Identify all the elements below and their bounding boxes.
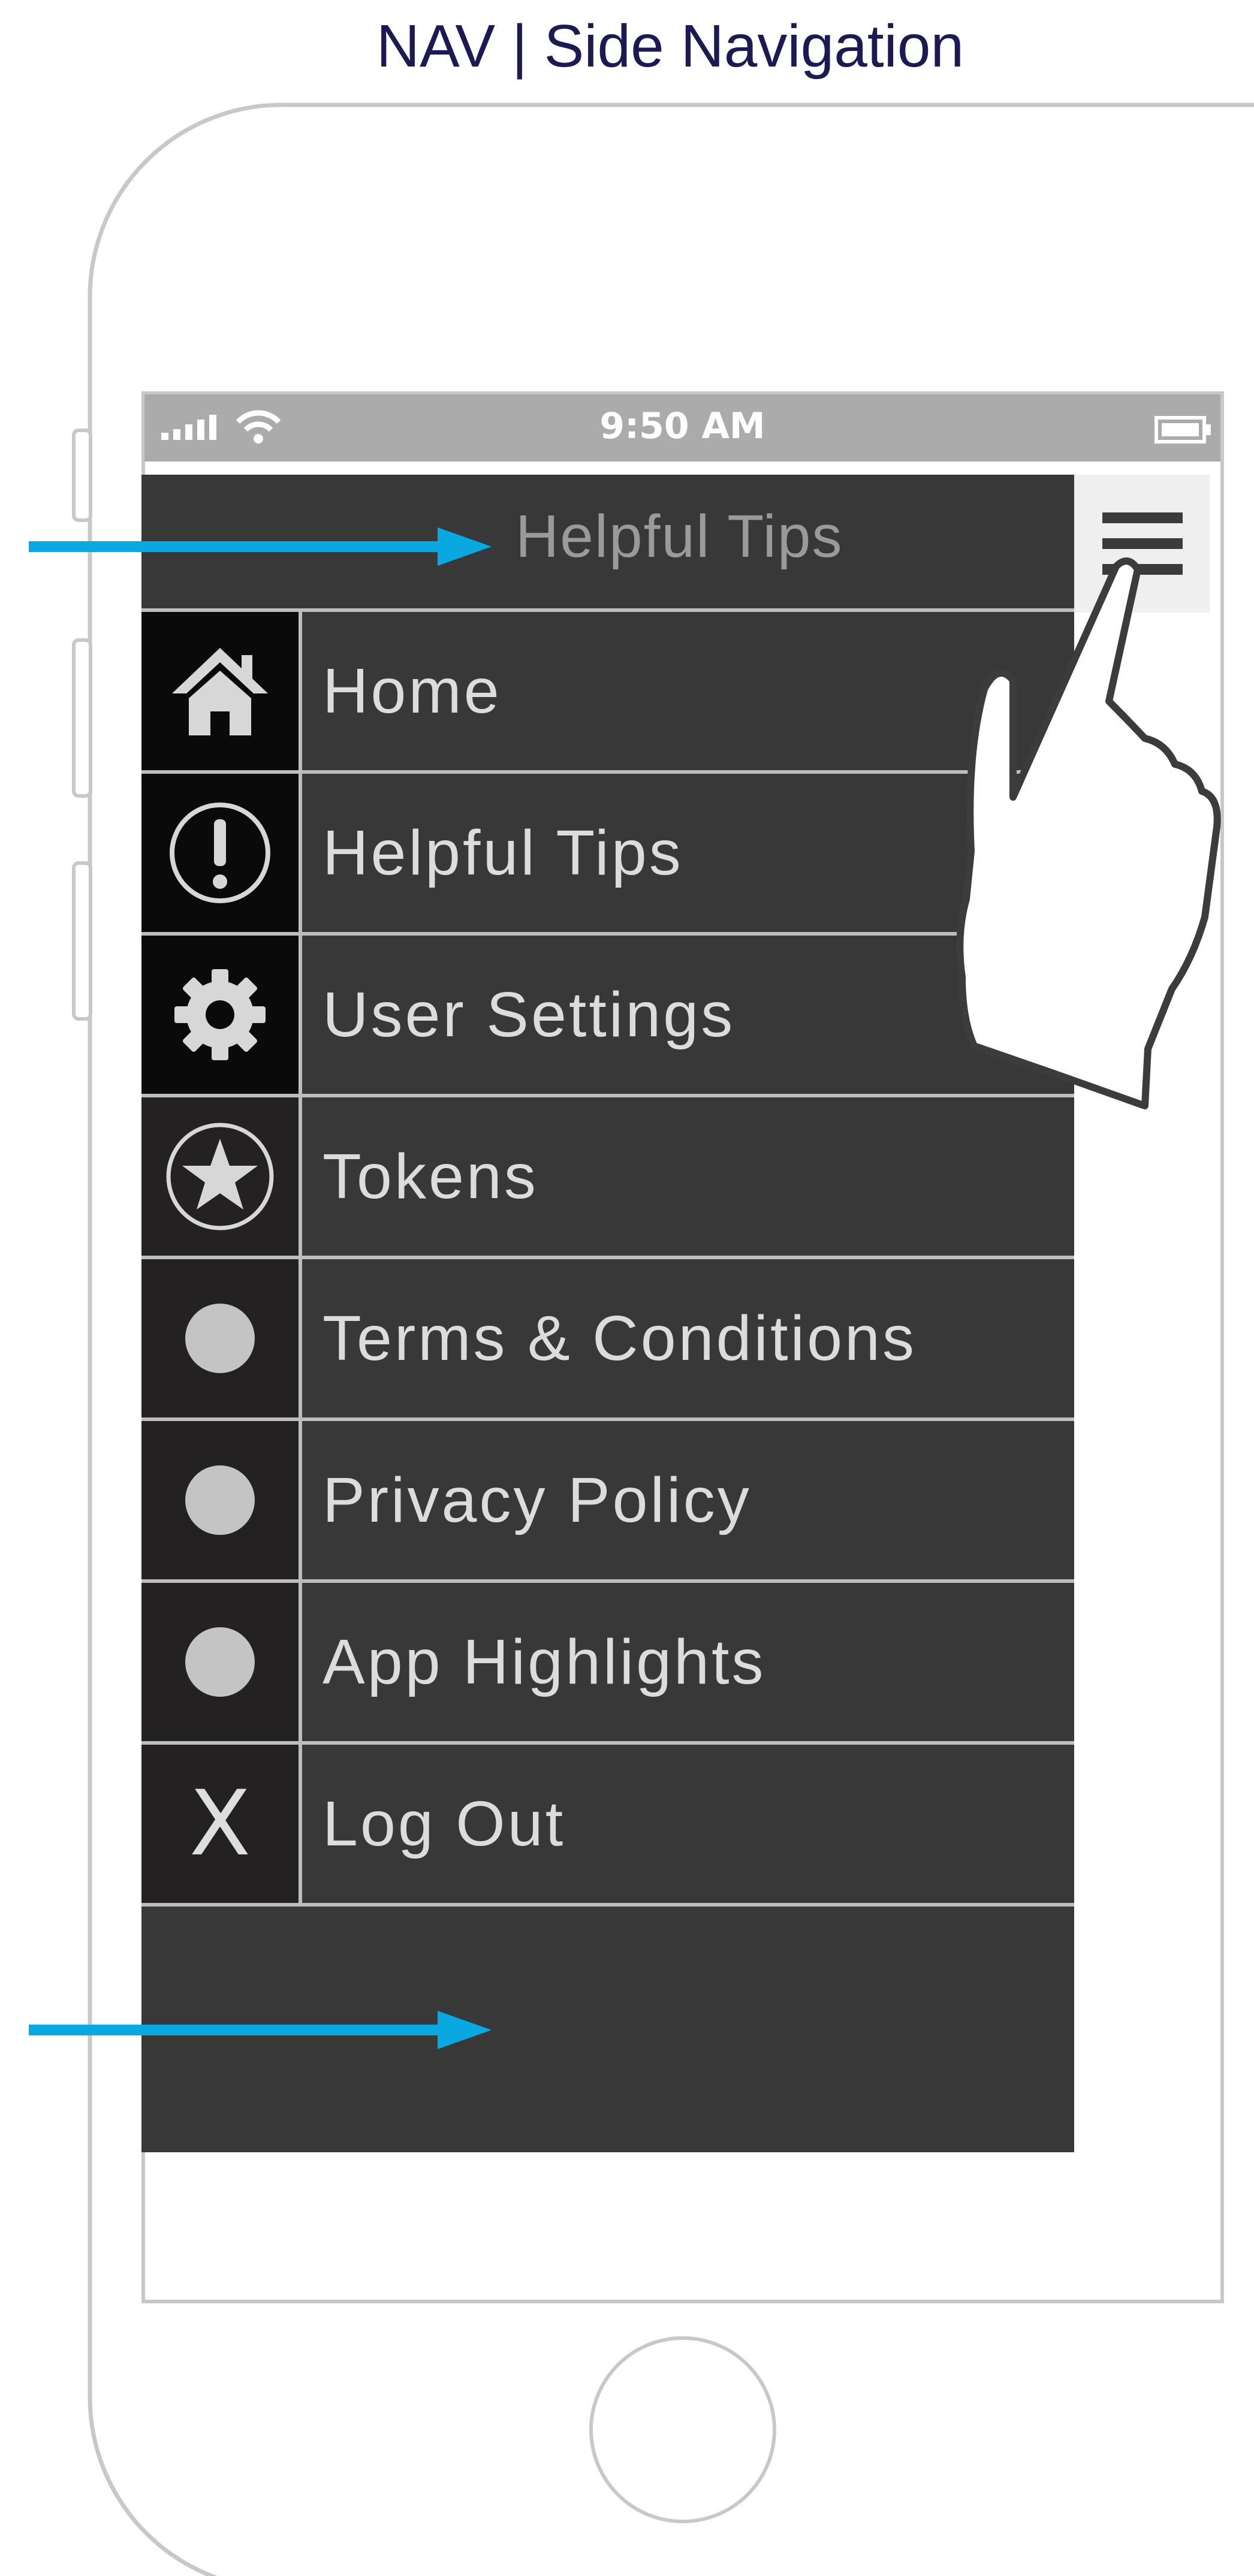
pointing-hand-icon: [956, 557, 1221, 1109]
annotation-overlay: [29, 527, 1221, 2049]
arrow-icon: [29, 527, 492, 566]
arrow-icon: [29, 2011, 492, 2049]
